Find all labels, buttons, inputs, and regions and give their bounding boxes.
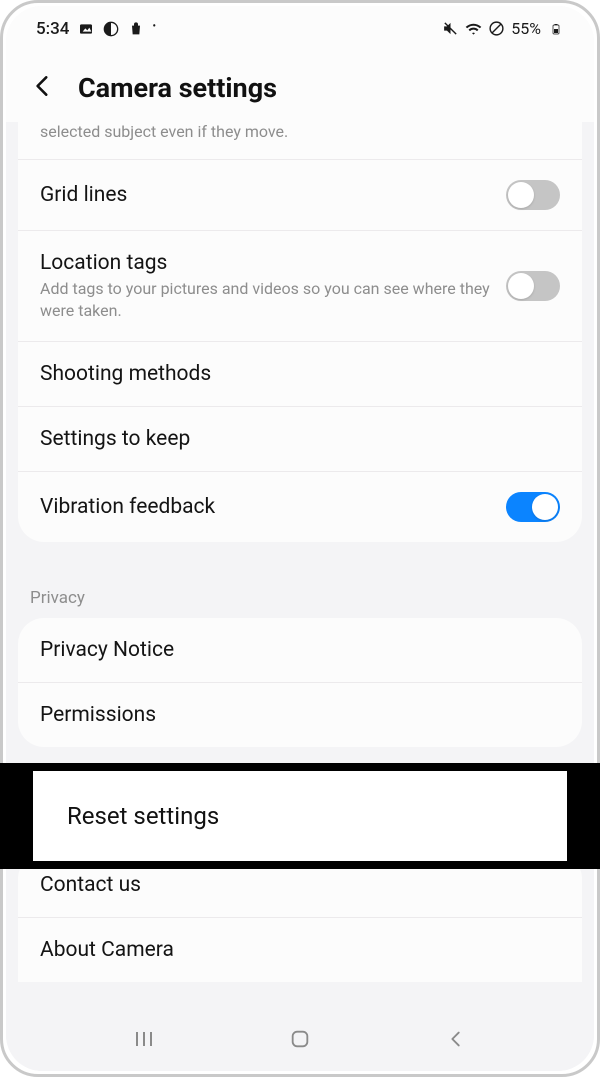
status-time: 5:34 — [36, 19, 69, 39]
bag-icon — [127, 20, 144, 37]
picture-icon — [77, 20, 94, 37]
back-button[interactable] — [443, 1026, 469, 1052]
row-title: Permissions — [40, 703, 560, 727]
home-button[interactable] — [287, 1026, 313, 1052]
title-bar: Camera settings — [6, 46, 594, 122]
settings-card-privacy: Privacy Notice Permissions — [18, 618, 582, 747]
recents-button[interactable] — [131, 1026, 157, 1052]
row-title: Settings to keep — [40, 427, 560, 451]
row-title: Location tags — [40, 251, 490, 275]
data-icon — [102, 20, 119, 37]
truncated-subtitle: selected subject even if they move. — [18, 122, 582, 160]
row-shooting-methods[interactable]: Shooting methods — [18, 342, 582, 407]
row-permissions[interactable]: Permissions — [18, 683, 582, 747]
android-nav-bar — [6, 1016, 594, 1071]
row-settings-to-keep[interactable]: Settings to keep — [18, 407, 582, 472]
row-title: Contact us — [40, 873, 560, 897]
wifi-icon — [465, 20, 482, 37]
no-sim-icon — [488, 20, 505, 37]
device-frame: 5:34 • — [0, 0, 600, 1077]
row-privacy-notice[interactable]: Privacy Notice — [18, 618, 582, 683]
status-bar: 5:34 • — [6, 6, 594, 46]
battery-icon — [547, 20, 564, 37]
page-title: Camera settings — [78, 72, 277, 104]
toggle-vibration-feedback[interactable] — [506, 492, 560, 522]
battery-text: 55% — [511, 19, 541, 38]
row-title: Privacy Notice — [40, 638, 560, 662]
mute-icon — [442, 20, 459, 37]
row-title: About Camera — [40, 938, 560, 962]
toggle-location-tags[interactable] — [506, 271, 560, 301]
toggle-grid-lines[interactable] — [506, 180, 560, 210]
row-title: Grid lines — [40, 183, 490, 207]
row-about-camera[interactable]: About Camera — [18, 918, 582, 982]
row-subtitle: Add tags to your pictures and videos so … — [40, 278, 490, 321]
row-grid-lines[interactable]: Grid lines — [18, 160, 582, 231]
highlighted-callout: Reset settings — [0, 763, 600, 869]
back-icon[interactable] — [30, 73, 56, 103]
row-title: Shooting methods — [40, 362, 560, 386]
status-right: 55% — [442, 19, 564, 38]
row-title: Vibration feedback — [40, 495, 490, 519]
status-left: 5:34 • — [36, 19, 156, 39]
section-privacy-label: Privacy — [6, 562, 594, 618]
callout-title: Reset settings — [67, 802, 219, 830]
content-area: selected subject even if they move. Grid… — [6, 122, 594, 1012]
settings-card-bottom: Contact us About Camera — [18, 853, 582, 982]
screen: 5:34 • — [6, 6, 594, 1071]
row-location-tags[interactable]: Location tags Add tags to your pictures … — [18, 231, 582, 342]
row-vibration-feedback[interactable]: Vibration feedback — [18, 472, 582, 542]
dot-icon: • — [152, 21, 156, 36]
settings-card-general: selected subject even if they move. Grid… — [18, 122, 582, 542]
row-reset-settings[interactable]: Reset settings — [33, 771, 567, 861]
